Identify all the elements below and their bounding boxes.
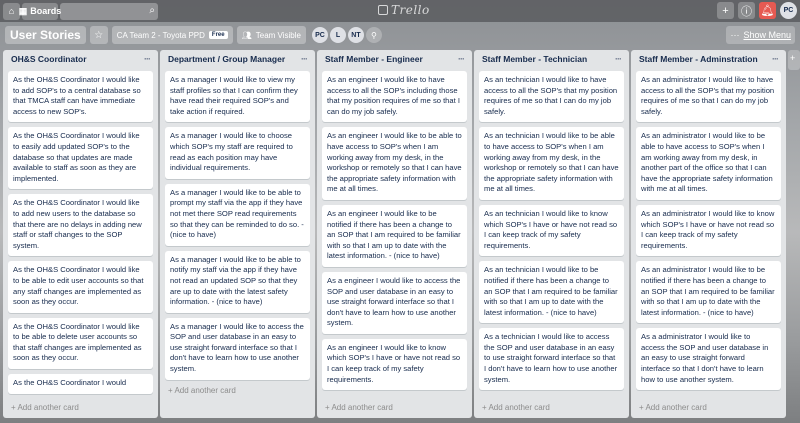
add-card-button[interactable]: + Add another card	[11, 403, 79, 412]
plus-icon: +	[722, 4, 729, 17]
trello-logo-icon	[378, 5, 388, 15]
card[interactable]: As the OH&S Coordinator I would like to …	[8, 194, 153, 257]
boards-button[interactable]: ▦ Boards	[18, 2, 62, 20]
card[interactable]: As a manager I would like to be able to …	[165, 250, 310, 313]
add-card-button[interactable]: + Add another card	[639, 403, 707, 412]
list-staff-technician: Staff Member - Technician ··· As an tech…	[474, 50, 629, 418]
card[interactable]: As an technician I would like to be noti…	[479, 261, 624, 324]
list-staff-engineer: Staff Member - Engineer ··· As an engine…	[317, 50, 472, 418]
card[interactable]: As a administrator I would like to acces…	[636, 328, 781, 391]
card[interactable]: As an administrator I would like to know…	[636, 204, 781, 257]
list-title[interactable]: Department / Group Manager	[168, 54, 285, 70]
card[interactable]: As an engineer I would like to be notifi…	[322, 204, 467, 267]
list-menu-icon[interactable]: ···	[301, 54, 308, 70]
board-title[interactable]: User Stories	[5, 26, 86, 44]
card[interactable]: As a manager I would like to view my sta…	[165, 71, 310, 123]
card[interactable]: As a technician I would like to access t…	[479, 328, 624, 391]
board-members: PC L NT ⚲	[311, 27, 382, 43]
card[interactable]: As the OH&S Coordinator I would like to …	[8, 261, 153, 313]
search-icon[interactable]: ⌕	[149, 5, 155, 16]
member-avatar[interactable]: L	[329, 27, 346, 43]
more-icon: ···	[730, 30, 740, 40]
card[interactable]: As an engineer I would like to have acce…	[322, 71, 467, 123]
list-title[interactable]: Staff Member - Adminstration	[639, 54, 758, 70]
trello-logo-text: Trello	[391, 3, 430, 17]
list-ohs-coordinator: OH&S Coordinator ··· As the OH&S Coordin…	[3, 50, 158, 418]
add-card-button[interactable]: + Add another card	[168, 386, 236, 395]
add-card-label: Add another card	[331, 403, 393, 412]
card[interactable]: As the OH&S Coordinator I would like to …	[8, 71, 153, 123]
home-icon: ⌂	[8, 6, 15, 16]
add-card-button[interactable]: + Add another card	[325, 403, 393, 412]
list-title[interactable]: Staff Member - Technician	[482, 54, 587, 70]
card[interactable]: As an technician I would like to know wh…	[479, 204, 624, 257]
home-button[interactable]: ⌂	[3, 2, 20, 20]
team-name: CA Team 2 - Toyota PPD	[116, 30, 205, 40]
card[interactable]: As the OH&S Coordinator I would	[8, 374, 153, 394]
team-button[interactable]: CA Team 2 - Toyota PPD Free	[111, 26, 233, 44]
show-menu-button[interactable]: ··· Show Menu	[726, 26, 795, 44]
card[interactable]: As an administrator I would like to have…	[636, 71, 781, 123]
member-avatar[interactable]: PC	[311, 27, 328, 43]
add-list-button[interactable]: +	[788, 50, 800, 70]
plus-icon: +	[790, 53, 796, 63]
card[interactable]: As a manager I would like to choose whic…	[165, 127, 310, 179]
create-button[interactable]: +	[717, 2, 734, 19]
member-avatar[interactable]: NT	[347, 27, 364, 43]
card[interactable]: As an engineer I would like to know whic…	[322, 338, 467, 391]
add-member-icon: ⚲	[371, 30, 377, 40]
top-header: ⌂ ▦ Boards ⌕ Trello + ⓘ 🔔︎ PC	[0, 0, 800, 22]
list-title[interactable]: OH&S Coordinator	[11, 54, 87, 70]
info-icon: ⓘ	[741, 5, 752, 18]
list-menu-icon[interactable]: ···	[144, 54, 151, 70]
star-icon: ☆	[94, 29, 104, 41]
list-title[interactable]: Staff Member - Engineer	[325, 54, 423, 70]
add-card-label: Add another card	[488, 403, 550, 412]
star-button[interactable]: ☆	[89, 26, 108, 44]
bell-icon: 🔔︎	[760, 5, 775, 17]
invite-button[interactable]: ⚲	[365, 27, 382, 43]
add-card-label: Add another card	[17, 403, 79, 412]
card[interactable]: As a manager I would like to be able to …	[165, 183, 310, 246]
card[interactable]: As an technician I would like to be able…	[479, 127, 624, 200]
boards-icon: ▦	[18, 5, 28, 16]
card[interactable]: As an administrator I would like to be a…	[636, 127, 781, 200]
visibility-button[interactable]: 👥︎ Team Visible	[236, 26, 306, 44]
list-menu-icon[interactable]: ···	[615, 54, 622, 70]
list-department-manager: Department / Group Manager ··· As a mana…	[160, 50, 315, 418]
team-visibility-icon: 👥︎	[241, 30, 252, 40]
list-menu-icon[interactable]: ···	[458, 54, 465, 70]
plan-badge: Free	[208, 31, 228, 39]
add-card-label: Add another card	[645, 403, 707, 412]
user-avatar[interactable]: PC	[780, 2, 797, 19]
card[interactable]: As an administrator I would like to be n…	[636, 261, 781, 324]
trello-logo[interactable]: Trello	[378, 3, 430, 17]
boards-label: Boards	[30, 6, 62, 16]
header-actions: + ⓘ 🔔︎ PC	[717, 2, 797, 19]
card[interactable]: As an technician I would like to have ac…	[479, 71, 624, 123]
show-menu-label: Show Menu	[743, 30, 791, 40]
add-card-label: Add another card	[174, 386, 236, 395]
card[interactable]: As an engineer I would like to be able t…	[322, 127, 467, 200]
search-input[interactable]: ⌕	[60, 2, 158, 20]
list-staff-administration: Staff Member - Adminstration ··· As an a…	[631, 50, 786, 418]
card[interactable]: As a engineer I would like to access the…	[322, 271, 467, 334]
notifications-button[interactable]: 🔔︎	[759, 2, 776, 19]
card[interactable]: As the OH&S Coordinator I would like to …	[8, 127, 153, 190]
list-menu-icon[interactable]: ···	[772, 54, 779, 70]
board-header: User Stories ☆ CA Team 2 - Toyota PPD Fr…	[0, 24, 800, 46]
info-button[interactable]: ⓘ	[738, 2, 755, 19]
card[interactable]: As a manager I would like to access the …	[165, 317, 310, 380]
card[interactable]: As the OH&S Coordinator I would like to …	[8, 317, 153, 370]
add-card-button[interactable]: + Add another card	[482, 403, 550, 412]
visibility-label: Team Visible	[255, 30, 301, 40]
